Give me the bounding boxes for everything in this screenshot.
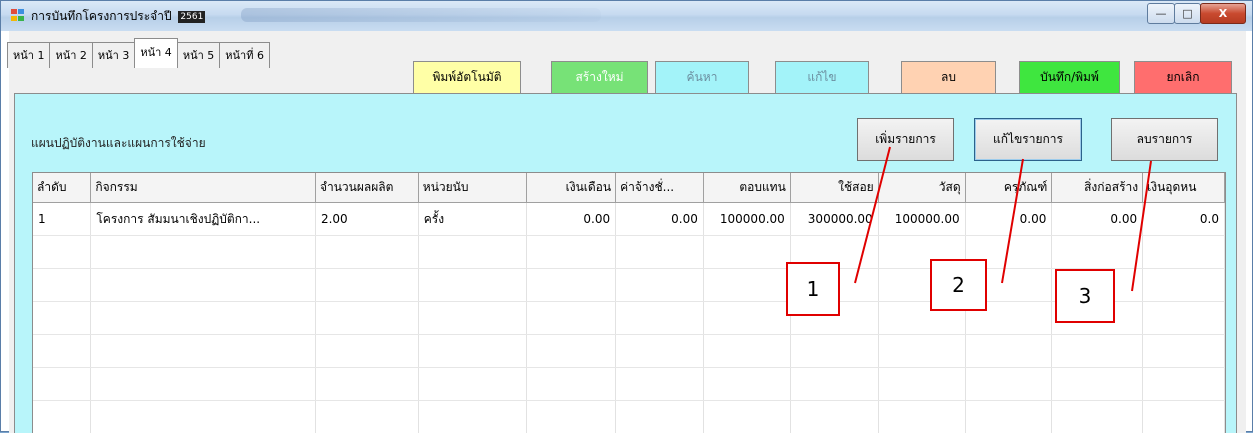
callout-2: 2 [930, 259, 987, 311]
tab-page-4[interactable]: หน้า 4 [134, 38, 177, 68]
app-window: การบันทึกโครงการประจำปี 2561 — □ X หน้า … [0, 0, 1253, 432]
arrow-line-2 [1002, 159, 1023, 283]
callout-1: 1 [786, 262, 840, 316]
arrow-line-1 [855, 147, 890, 283]
callout-3: 3 [1055, 269, 1115, 323]
annotation-arrows [1, 1, 1253, 433]
arrow-line-3 [1132, 161, 1151, 291]
